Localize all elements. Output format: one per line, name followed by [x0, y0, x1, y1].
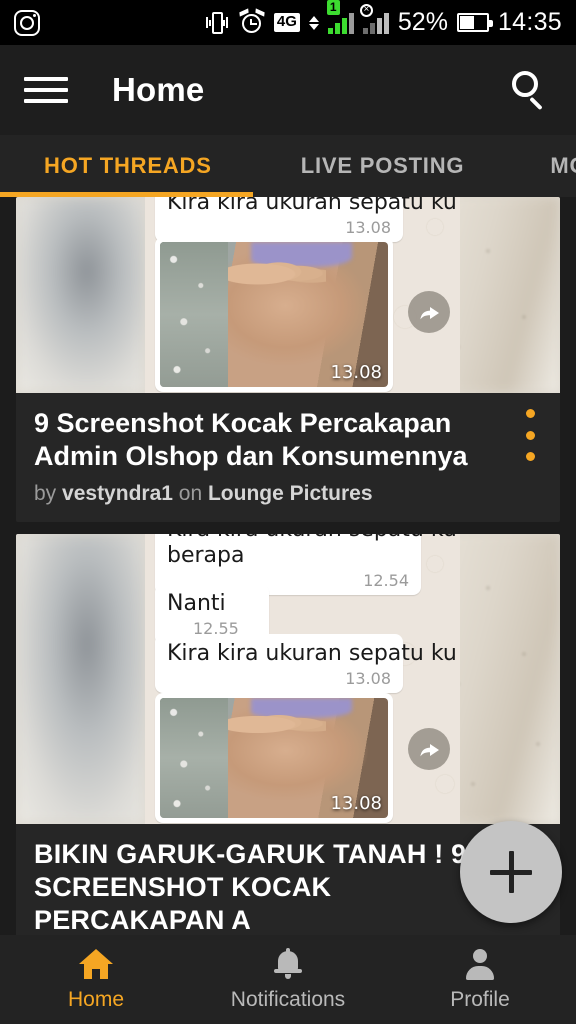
chat-photo-bubble: 13.08 [155, 237, 393, 392]
battery-percent-label: 52% [397, 8, 448, 36]
thread-thumbnail[interactable]: Kira kira ukuran sepatu ku 13.08 13.08 [16, 197, 560, 393]
meta-by-label: by [34, 481, 57, 505]
nav-item-profile[interactable]: Profile [384, 947, 576, 1012]
tab-more[interactable]: MORE [550, 153, 576, 179]
status-bar-right: 4G 1 × 52% 14:35 [204, 0, 562, 37]
sim1-badge: 1 [326, 0, 340, 15]
nav-item-profile-label: Profile [450, 988, 510, 1011]
chat-photo-time: 13.08 [330, 362, 382, 383]
battery-icon [456, 13, 493, 32]
status-bar: 4G 1 × 52% 14:35 [0, 0, 576, 45]
chat-bubble-text-clipped: Kira kira ukuran sepatu ku [167, 534, 457, 543]
no-service-icon: × [359, 3, 373, 17]
thread-card[interactable]: Kira kira ukuran sepatu ku 13.08 13.08 9… [16, 197, 560, 522]
chat-photo-bubble: 13.08 [155, 692, 393, 823]
hamburger-menu-icon[interactable] [24, 74, 68, 106]
thread-card-body: 9 Screenshot Kocak Percakapan Admin Olsh… [16, 393, 560, 522]
forward-arrow-icon [408, 727, 450, 770]
blurred-left-fill [16, 197, 145, 393]
tab-live-posting[interactable]: LIVE POSTING [301, 153, 465, 179]
app-bar: Home [0, 45, 576, 135]
chat-photo-time: 13.08 [330, 792, 382, 814]
bell-icon [271, 947, 305, 981]
app-root: 4G 1 × 52% 14:35 Home HOT THREADS LIVE P… [0, 0, 576, 1024]
chat-photo: 13.08 [160, 697, 388, 818]
clock-label: 14:35 [497, 8, 562, 36]
instagram-icon [14, 9, 40, 36]
kebab-menu-icon[interactable] [516, 409, 544, 461]
chat-bubble-text: berapa [167, 542, 245, 568]
chat-screenshot-area: Kira kira ukuran sepatu ku 13.08 13.08 [145, 197, 460, 393]
person-icon [463, 947, 497, 981]
status-bar-left [14, 9, 40, 36]
network-type-indicator: 4G [273, 13, 300, 32]
chat-bubble-time: 13.08 [345, 668, 391, 688]
thread-title: BIKIN GARUK-GARUK TANAH ! 9 SCREENSHOT K… [34, 838, 467, 935]
thread-title: 9 Screenshot Kocak Percakapan Admin Olsh… [34, 408, 468, 471]
bottom-navigation-bar: Home Notifications Profile [0, 935, 576, 1024]
plus-icon [490, 851, 532, 893]
home-icon [79, 947, 113, 981]
thread-meta: by vestyndra1 on Lounge Pictures [34, 482, 542, 506]
chat-bubble: Kira kira ukuran sepatu ku 13.08 [155, 633, 457, 693]
thread-author[interactable]: vestyndra1 [62, 482, 173, 505]
nav-item-home[interactable]: Home [0, 947, 192, 1012]
meta-on-label: on [178, 481, 203, 505]
blurred-left-fill [16, 533, 145, 824]
chat-bubble-text: Kira kira ukuran sepatu ku [167, 640, 457, 666]
chat-screenshot-area: Kira kira ukuran sepatu ku berapa 12.54 … [145, 533, 460, 824]
forward-arrow-icon [408, 291, 450, 333]
tab-hot-threads[interactable]: HOT THREADS [44, 153, 212, 179]
nav-item-home-label: Home [67, 988, 125, 1011]
nav-item-notifications[interactable]: Notifications [192, 947, 384, 1012]
thread-thumbnail[interactable]: Kira kira ukuran sepatu ku berapa 12.54 … [16, 533, 560, 824]
add-thread-fab[interactable] [460, 821, 562, 923]
chat-bubble-text: Kira kira ukuran sepatu ku [167, 197, 457, 215]
nav-item-notifications-label: Notifications [230, 988, 346, 1011]
data-transfer-icon [308, 15, 319, 30]
chat-bubble-row: Nanti 12.55 [167, 591, 257, 639]
chat-photo: 13.08 [160, 242, 388, 387]
sim2-signal-icon: × [359, 3, 389, 34]
thread-forum[interactable]: Lounge Pictures [208, 482, 373, 505]
tab-bar: HOT THREADS LIVE POSTING MORE [0, 135, 576, 197]
sim1-signal-icon: 1 [326, 0, 354, 34]
chat-bubble-time: 13.08 [345, 217, 391, 237]
search-icon[interactable] [506, 67, 552, 113]
chat-bubble-text: Nanti [167, 590, 226, 616]
chat-bubble: Kira kira ukuran sepatu ku 13.08 [155, 197, 457, 242]
vibrate-icon [204, 10, 230, 36]
page-title: Home [112, 71, 205, 108]
alarm-icon [239, 7, 265, 36]
